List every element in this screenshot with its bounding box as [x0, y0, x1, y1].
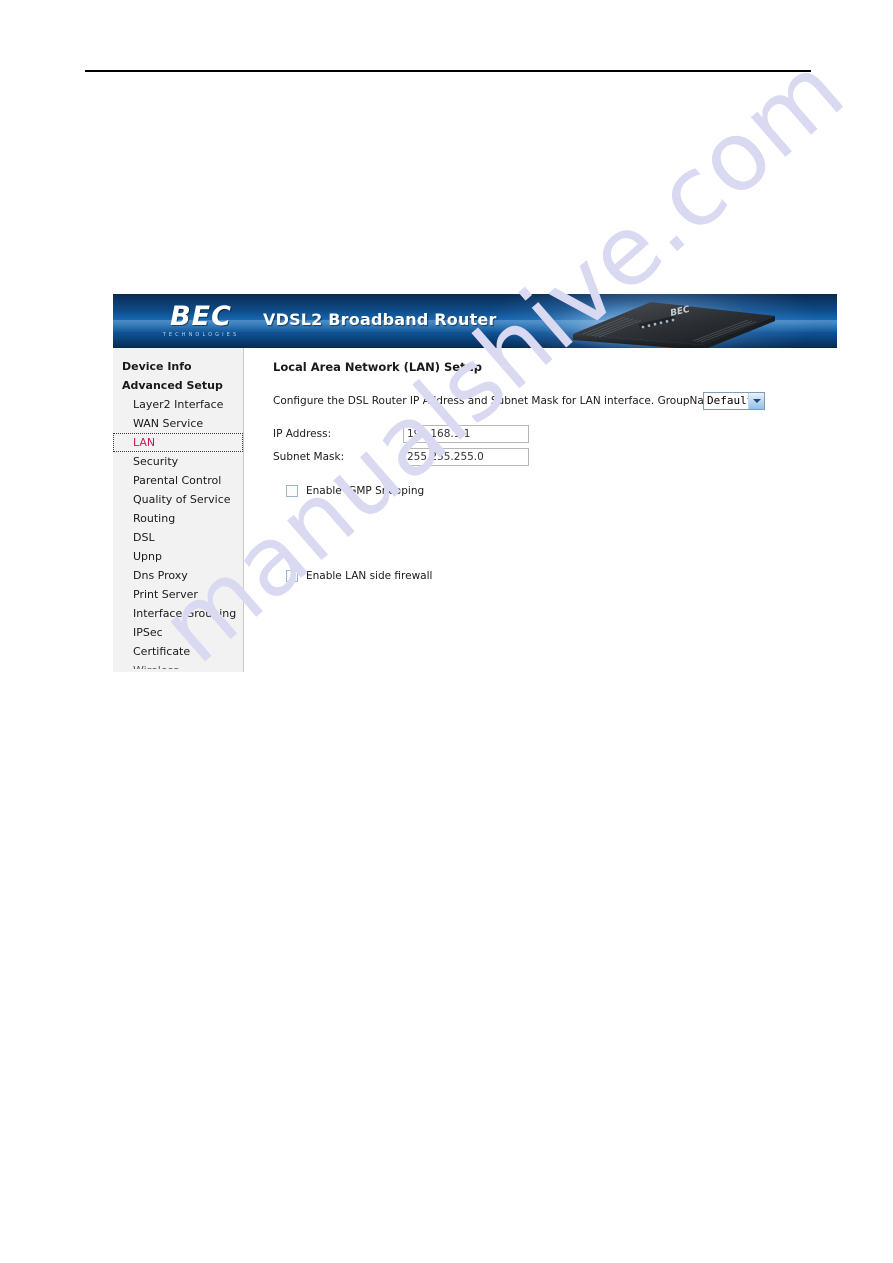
- subnet-mask-label: Subnet Mask:: [273, 451, 345, 463]
- ip-address-label: IP Address:: [273, 428, 332, 440]
- sidebar-item-upnp[interactable]: Upnp: [113, 547, 243, 566]
- sidebar-item-ipsec[interactable]: IPSec: [113, 623, 243, 642]
- sidebar-item-wan-service[interactable]: WAN Service: [113, 414, 243, 433]
- logo-wordmark: BEC: [170, 301, 232, 332]
- lan-side-firewall-label: Enable LAN side firewall: [306, 570, 433, 582]
- logo-tagline: TECHNOLOGIES: [162, 332, 240, 338]
- sidebar-item-dns-proxy[interactable]: Dns Proxy: [113, 566, 243, 585]
- ip-address-input[interactable]: 192.168.1.1: [403, 425, 529, 443]
- router-admin-screenshot: BEC TECHNOLOGIES VDSL2 Broadband Router: [113, 294, 837, 672]
- bec-logo: BEC TECHNOLOGIES: [141, 303, 261, 339]
- sidebar-item-advanced-setup[interactable]: Advanced Setup: [113, 376, 243, 395]
- igmp-snooping-label: Enable IGMP Snooping: [306, 485, 425, 497]
- sidebar-nav: Device Info Advanced Setup Layer2 Interf…: [113, 348, 244, 672]
- sidebar-item-quality-of-service[interactable]: Quality of Service: [113, 490, 243, 509]
- sidebar-item-layer2-interface[interactable]: Layer2 Interface: [113, 395, 243, 414]
- banner-title: VDSL2 Broadband Router: [263, 310, 497, 329]
- sidebar-item-parental-control[interactable]: Parental Control: [113, 471, 243, 490]
- chevron-down-icon[interactable]: [748, 393, 764, 409]
- sidebar-item-print-server[interactable]: Print Server: [113, 585, 243, 604]
- igmp-snooping-checkbox[interactable]: [286, 485, 298, 497]
- sidebar-item-lan[interactable]: LAN: [113, 433, 243, 452]
- app-banner: BEC TECHNOLOGIES VDSL2 Broadband Router: [113, 294, 837, 348]
- subnet-mask-value: 255.255.255.0: [407, 451, 484, 463]
- subnet-mask-input[interactable]: 255.255.255.0: [403, 448, 529, 466]
- sidebar-item-dsl[interactable]: DSL: [113, 528, 243, 547]
- group-name-value: Default: [707, 394, 754, 407]
- description-row: Configure the DSL Router IP Address and …: [273, 392, 818, 412]
- router-product-photo: BEC: [543, 294, 837, 348]
- sidebar-item-security[interactable]: Security: [113, 452, 243, 471]
- sidebar-item-routing[interactable]: Routing: [113, 509, 243, 528]
- main-content: Local Area Network (LAN) Setup Configure…: [244, 348, 837, 672]
- page-title: Local Area Network (LAN) Setup: [273, 360, 483, 374]
- page-header-rule: [85, 70, 811, 72]
- description-text: Configure the DSL Router IP Address and …: [273, 395, 721, 407]
- sidebar-item-wireless[interactable]: Wireless: [113, 661, 243, 669]
- sidebar-item-interface-grouping[interactable]: Interface Grouping: [113, 604, 243, 623]
- sidebar-item-device-info[interactable]: Device Info: [113, 357, 243, 376]
- group-name-select[interactable]: Default: [703, 392, 765, 410]
- sidebar-item-certificate[interactable]: Certificate: [113, 642, 243, 661]
- lan-side-firewall-checkbox[interactable]: [286, 570, 298, 582]
- sidebar-item-list: Device Info Advanced Setup Layer2 Interf…: [113, 357, 243, 669]
- ip-address-value: 192.168.1.1: [407, 428, 471, 440]
